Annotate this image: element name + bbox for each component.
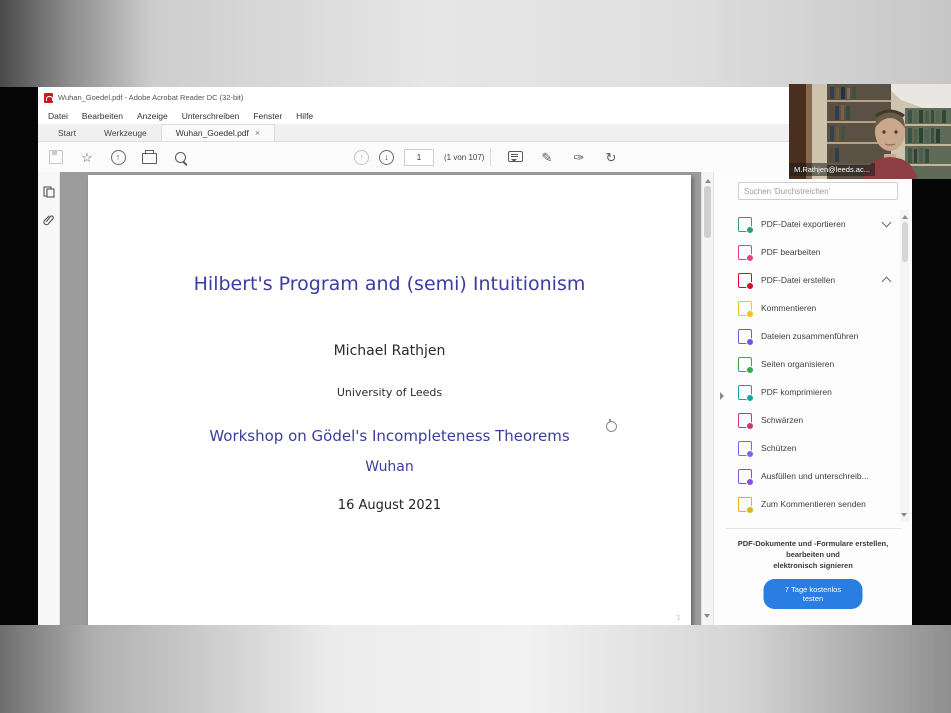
organize-pages-icon — [738, 357, 752, 372]
webcam-name-label: M.Rathjen@leeds.ac... — [789, 163, 875, 176]
menu-fenster[interactable]: Fenster — [247, 109, 288, 123]
window-title: Wuhan_Goedel.pdf - Adobe Acrobat Reader … — [58, 93, 243, 102]
trial-promo-text: PDF-Dokumente und -Formulare erstellen, … — [714, 538, 912, 571]
fill-sign-icon — [738, 469, 752, 484]
menu-hilfe[interactable]: Hilfe — [290, 109, 319, 123]
scrollbar-thumb[interactable] — [704, 186, 711, 238]
menu-bar: Datei Bearbeiten Anzeige Unterschreiben … — [38, 108, 912, 124]
star-favorites-icon[interactable]: ☆ — [79, 149, 95, 165]
tab-werkzeuge[interactable]: Werkzeuge — [90, 124, 161, 141]
scroll-down-icon[interactable] — [704, 614, 710, 621]
sidebar-scrollbar-thumb[interactable] — [902, 222, 908, 262]
top-gradient-band — [0, 0, 951, 87]
page-count-label: (1 von 107) — [444, 153, 484, 162]
page-number-input[interactable] — [404, 149, 434, 166]
highlighter-icon[interactable]: ✑ — [571, 149, 587, 165]
chevron-up-icon[interactable] — [882, 277, 892, 287]
document-scrollbar[interactable] — [701, 172, 713, 625]
attachments-paperclip-icon[interactable] — [43, 214, 55, 226]
sidebar-scroll-up-icon[interactable] — [902, 212, 908, 219]
save-icon[interactable] — [48, 149, 64, 165]
left-nav-rail — [38, 172, 60, 625]
slide-event: Workshop on Gödel's Incompleteness Theor… — [88, 427, 691, 445]
menu-datei[interactable]: Datei — [42, 109, 74, 123]
tool-export-pdf[interactable]: PDF-Datei exportieren — [714, 210, 912, 238]
tab-start[interactable]: Start — [44, 124, 90, 141]
bottom-gradient-band — [0, 625, 951, 713]
acrobat-app-icon — [44, 93, 53, 103]
print-icon[interactable] — [141, 149, 157, 165]
tool-protect[interactable]: Schützen — [714, 434, 912, 462]
tool-send-for-comments[interactable]: Zum Kommentieren senden — [714, 490, 912, 518]
export-pdf-icon — [738, 217, 752, 232]
tool-redact[interactable]: Schwärzen — [714, 406, 912, 434]
comment-tool-icon — [738, 301, 752, 316]
menu-bearbeiten[interactable]: Bearbeiten — [76, 109, 129, 123]
toolbar: ☆ ↑ ↑ ↓ (1 von 107) ✎ ✑ ↻ — [38, 142, 912, 173]
video-frame: Wuhan_Goedel.pdf - Adobe Acrobat Reader … — [0, 0, 951, 713]
slide-date: 16 August 2021 — [88, 498, 691, 513]
sidebar-divider — [726, 528, 901, 529]
tool-organize-pages[interactable]: Seiten organisieren — [714, 350, 912, 378]
stamp-icon[interactable]: ↻ — [603, 149, 619, 165]
create-pdf-icon — [738, 273, 752, 288]
tool-compress-pdf[interactable]: PDF komprimieren — [714, 378, 912, 406]
slide-title: Hilbert's Program and (semi) Intuitionis… — [88, 273, 691, 295]
pdf-page: Hilbert's Program and (semi) Intuitionis… — [88, 175, 691, 625]
tab-document-label: Wuhan_Goedel.pdf — [176, 128, 249, 138]
window-titlebar: Wuhan_Goedel.pdf - Adobe Acrobat Reader … — [38, 87, 912, 108]
slide-location: Wuhan — [88, 459, 691, 475]
tab-bar: Start Werkzeuge Wuhan_Goedel.pdf × — [38, 124, 912, 142]
combine-files-icon — [738, 329, 752, 344]
protect-shield-icon — [738, 441, 752, 456]
pen-icon[interactable]: ✎ — [539, 149, 555, 165]
tools-list: PDF-Datei exportieren PDF bearbeiten PDF… — [714, 210, 912, 518]
tools-sidebar: PDF-Datei exportieren PDF bearbeiten PDF… — [713, 172, 912, 625]
share-upload-icon[interactable]: ↑ — [110, 149, 126, 165]
page-number-faint: 1 — [677, 614, 681, 622]
tab-document[interactable]: Wuhan_Goedel.pdf × — [161, 124, 275, 141]
comment-icon[interactable] — [507, 149, 523, 165]
menu-anzeige[interactable]: Anzeige — [131, 109, 174, 123]
hand-cursor-icon — [606, 421, 617, 432]
tool-create-pdf[interactable]: PDF-Datei erstellen — [714, 266, 912, 294]
tool-fill-sign[interactable]: Ausfüllen und unterschreib... — [714, 462, 912, 490]
chevron-down-icon[interactable] — [882, 218, 892, 228]
toolbar-divider — [490, 148, 491, 166]
search-icon[interactable] — [172, 149, 188, 165]
document-area[interactable]: Hilbert's Program and (semi) Intuitionis… — [60, 172, 701, 625]
redact-icon — [738, 413, 752, 428]
webcam-overlay: M.Rathjen@leeds.ac... — [789, 84, 951, 179]
free-trial-button[interactable]: 7 Tage kostenlos testen — [764, 579, 863, 609]
tool-edit-pdf[interactable]: PDF bearbeiten — [714, 238, 912, 266]
menu-unterschreiben[interactable]: Unterschreiben — [176, 109, 246, 123]
send-for-comments-icon — [738, 497, 752, 512]
sidebar-scroll-down-icon[interactable] — [901, 513, 907, 520]
sidebar-scrollbar[interactable] — [900, 210, 909, 522]
collapse-right-panel-arrow[interactable] — [720, 392, 728, 400]
previous-page-icon[interactable]: ↑ — [354, 150, 369, 165]
slide-author: Michael Rathjen — [88, 343, 691, 359]
edit-pdf-icon — [738, 245, 752, 260]
tool-combine-files[interactable]: Dateien zusammenführen — [714, 322, 912, 350]
scroll-up-icon[interactable] — [705, 176, 711, 183]
tools-search-input[interactable] — [738, 182, 898, 200]
compress-pdf-icon — [738, 385, 752, 400]
tab-close-icon[interactable]: × — [255, 129, 260, 138]
page-thumbnails-icon[interactable] — [43, 186, 55, 198]
acrobat-window: Wuhan_Goedel.pdf - Adobe Acrobat Reader … — [38, 87, 912, 625]
tool-comment[interactable]: Kommentieren — [714, 294, 912, 322]
next-page-icon[interactable]: ↓ — [379, 150, 394, 165]
collapse-left-panel-arrow[interactable] — [66, 392, 74, 400]
slide-affiliation: University of Leeds — [88, 386, 691, 399]
